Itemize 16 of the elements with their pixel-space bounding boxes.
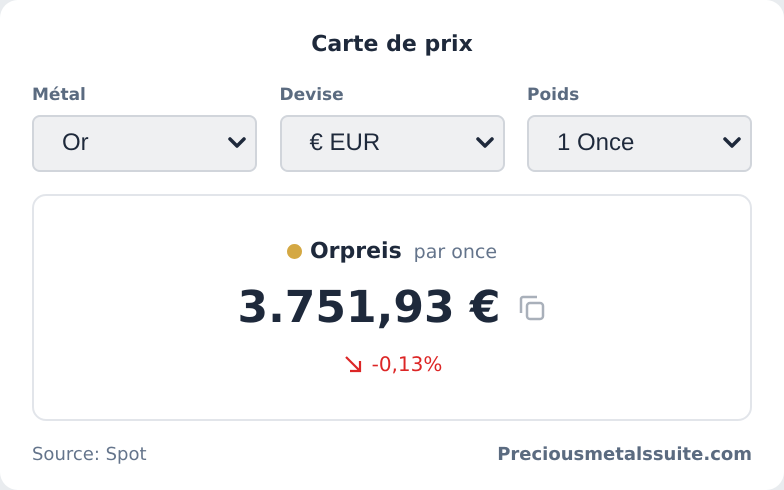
select-label: Métal (32, 84, 87, 107)
chevron-down-icon (227, 136, 247, 150)
select-label: Poids (527, 84, 580, 107)
chevron-down-icon (722, 136, 742, 150)
dropdown[interactable]: € EUR (280, 114, 504, 172)
source-label: Source: Spot (32, 442, 147, 466)
dropdown[interactable]: Or (32, 114, 257, 172)
unit-label: par once (414, 240, 498, 265)
chevron-down-icon (474, 136, 494, 150)
site-link[interactable]: Preciousmetalssuite.com (497, 440, 752, 468)
change-percent: -0,13% (372, 350, 442, 378)
select-label: Devise (280, 84, 345, 107)
price-amount: 3.751,93 € (237, 284, 501, 333)
metal-name: Orpreis (310, 238, 402, 266)
card-title: Carte de prix (310, 31, 474, 59)
dropdown[interactable]: 1 Once (527, 114, 752, 172)
